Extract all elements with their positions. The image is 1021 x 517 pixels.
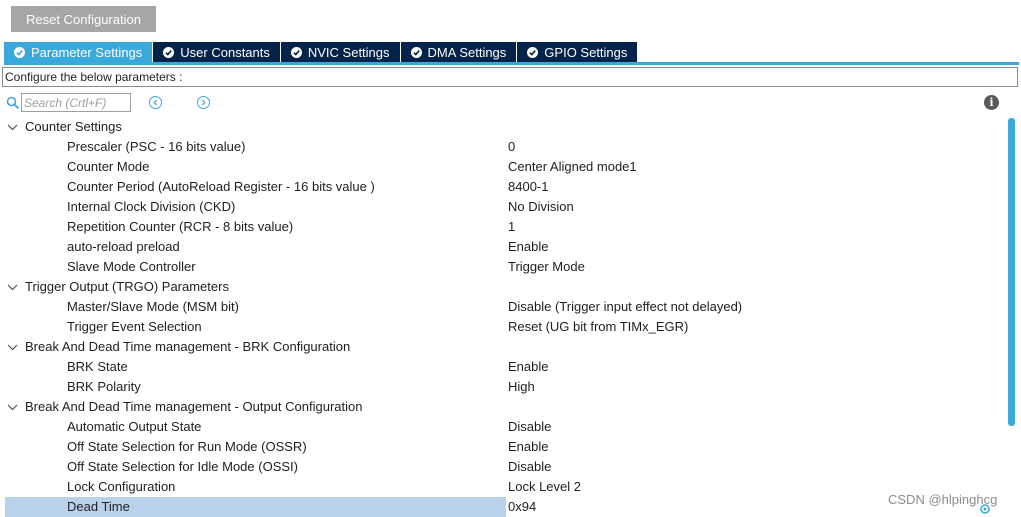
group-label: Trigger Output (TRGO) Parameters (25, 279, 229, 294)
parameter-value[interactable]: 0x94 (508, 497, 536, 517)
check-circle-icon (163, 46, 175, 58)
check-circle-icon (410, 46, 422, 58)
tab-underline (4, 62, 1019, 65)
parameter-row[interactable]: Off State Selection for Idle Mode (OSSI)… (0, 457, 1005, 477)
gear-icon (980, 504, 990, 514)
parameter-name: Slave Mode Controller (67, 259, 196, 274)
parameter-name: Repetition Counter (RCR - 8 bits value) (67, 219, 294, 234)
parameter-value[interactable]: Reset (UG bit from TIMx_EGR) (508, 317, 688, 337)
parameter-value[interactable]: Disable (508, 417, 551, 437)
info-icon[interactable]: i (984, 95, 999, 110)
search-row: i (0, 92, 1021, 114)
parameter-row[interactable]: Lock Configuration Lock Level 2 (0, 477, 1005, 497)
group-label: Counter Settings (25, 119, 122, 134)
parameter-row[interactable]: Automatic Output State Disable (0, 417, 1005, 437)
group-row[interactable]: Trigger Output (TRGO) Parameters (0, 277, 1005, 297)
parameter-name: Off State Selection for Idle Mode (OSSI) (67, 459, 298, 474)
tab-label: User Constants (180, 44, 270, 60)
parameter-row[interactable]: Prescaler (PSC - 16 bits value) 0 (0, 137, 1005, 157)
chevron-down-icon[interactable] (7, 282, 18, 293)
chevron-down-icon[interactable] (7, 342, 18, 353)
parameter-value[interactable]: Trigger Mode (508, 257, 585, 277)
parameter-row[interactable]: Counter Period (AutoReload Register - 16… (0, 177, 1005, 197)
group-label: Break And Dead Time management - Output … (25, 399, 363, 414)
group-label: Break And Dead Time management - BRK Con… (25, 339, 351, 354)
parameter-value[interactable]: 1 (508, 217, 515, 237)
parameter-value[interactable]: High (508, 377, 535, 397)
tab-label: NVIC Settings (307, 44, 390, 60)
parameter-value[interactable]: Enable (508, 437, 548, 457)
group-row[interactable]: Break And Dead Time management - BRK Con… (0, 337, 1005, 357)
chevron-down-icon[interactable] (7, 122, 18, 133)
parameter-row[interactable]: Counter Mode Center Aligned mode1 (0, 157, 1005, 177)
check-circle-icon (14, 46, 25, 58)
parameter-value[interactable]: Disable (508, 457, 551, 477)
group-row[interactable]: Counter Settings (0, 117, 1005, 137)
parameter-value[interactable]: Enable (508, 357, 548, 377)
parameter-value[interactable]: 0 (508, 137, 515, 157)
parameter-name: auto-reload preload (67, 239, 180, 254)
scrollbar-thumb[interactable] (1008, 118, 1015, 426)
parameter-row[interactable]: Dead Time 0x94 (0, 497, 1005, 517)
parameter-name: Off State Selection for Run Mode (OSSR) (67, 439, 307, 454)
tab-nvic-settings[interactable]: NVIC Settings (280, 42, 401, 62)
parameter-row[interactable]: Master/Slave Mode (MSM bit) Disable (Trig… (0, 297, 1005, 317)
parameter-row[interactable]: Slave Mode Controller Trigger Mode (0, 257, 1005, 277)
parameter-row[interactable]: Internal Clock Division (CKD) No Division (0, 197, 1005, 217)
parameter-name: Lock Configuration (67, 479, 176, 494)
parameter-value[interactable]: Lock Level 2 (508, 477, 581, 497)
tab-parameter-settings[interactable]: Parameter Settings (4, 42, 154, 62)
parameter-tree: Counter Settings Prescaler (PSC - 16 bits… (0, 117, 1005, 517)
parameter-name: Counter Mode (67, 159, 150, 174)
tab-label: Parameter Settings (31, 44, 143, 60)
chevron-right-icon (201, 99, 206, 106)
parameter-name: Automatic Output State (67, 419, 202, 434)
search-icon (6, 96, 20, 110)
chevron-down-icon[interactable] (7, 402, 18, 413)
tab-dma-settings[interactable]: DMA Settings (400, 42, 518, 62)
parameter-value[interactable]: No Division (508, 197, 574, 217)
parameter-row[interactable]: Repetition Counter (RCR - 8 bits value) 1 (0, 217, 1005, 237)
previous-match-button[interactable] (149, 96, 162, 109)
parameter-name: Internal Clock Division (CKD) (67, 199, 236, 214)
group-row[interactable]: Break And Dead Time management - Output … (0, 397, 1005, 417)
tab-label: DMA Settings (427, 44, 507, 60)
parameter-name: Prescaler (PSC - 16 bits value) (67, 139, 246, 154)
check-circle-icon (290, 46, 302, 58)
parameter-row[interactable]: BRK Polarity High (0, 377, 1005, 397)
parameter-name: Trigger Event Selection (67, 319, 202, 334)
tab-bar: Parameter Settings User Constants NVIC Set… (4, 42, 639, 62)
configure-label: Configure the below parameters : (2, 67, 1018, 87)
parameter-value[interactable]: Center Aligned mode1 (508, 157, 637, 177)
parameter-row[interactable]: Off State Selection for Run Mode (OSSR) E… (0, 437, 1005, 457)
search-input[interactable] (21, 93, 131, 112)
parameter-row[interactable]: auto-reload preload Enable (0, 237, 1005, 257)
parameter-name: BRK Polarity (67, 379, 141, 394)
parameter-row[interactable]: BRK State Enable (0, 357, 1005, 377)
tab-gpio-settings[interactable]: GPIO Settings (517, 42, 639, 62)
parameter-row[interactable]: Trigger Event Selection Reset (UG bit fro… (0, 317, 1005, 337)
parameter-value[interactable]: Disable (Trigger input effect not delaye… (508, 297, 742, 317)
vertical-scrollbar[interactable] (1008, 118, 1016, 517)
tab-label: GPIO Settings (544, 44, 628, 60)
tab-user-constants[interactable]: User Constants (153, 42, 281, 62)
parameter-name: Dead Time (67, 499, 130, 514)
parameter-name: Master/Slave Mode (MSM bit) (67, 299, 239, 314)
chevron-left-icon (153, 99, 158, 106)
parameter-value[interactable]: 8400-1 (508, 177, 548, 197)
next-match-button[interactable] (197, 96, 210, 109)
parameter-value[interactable]: Enable (508, 237, 548, 257)
check-circle-icon (527, 46, 539, 58)
reset-configuration-button[interactable]: Reset Configuration (11, 6, 156, 32)
parameter-name: Counter Period (AutoReload Register - 16… (67, 179, 375, 194)
parameter-name: BRK State (67, 359, 128, 374)
